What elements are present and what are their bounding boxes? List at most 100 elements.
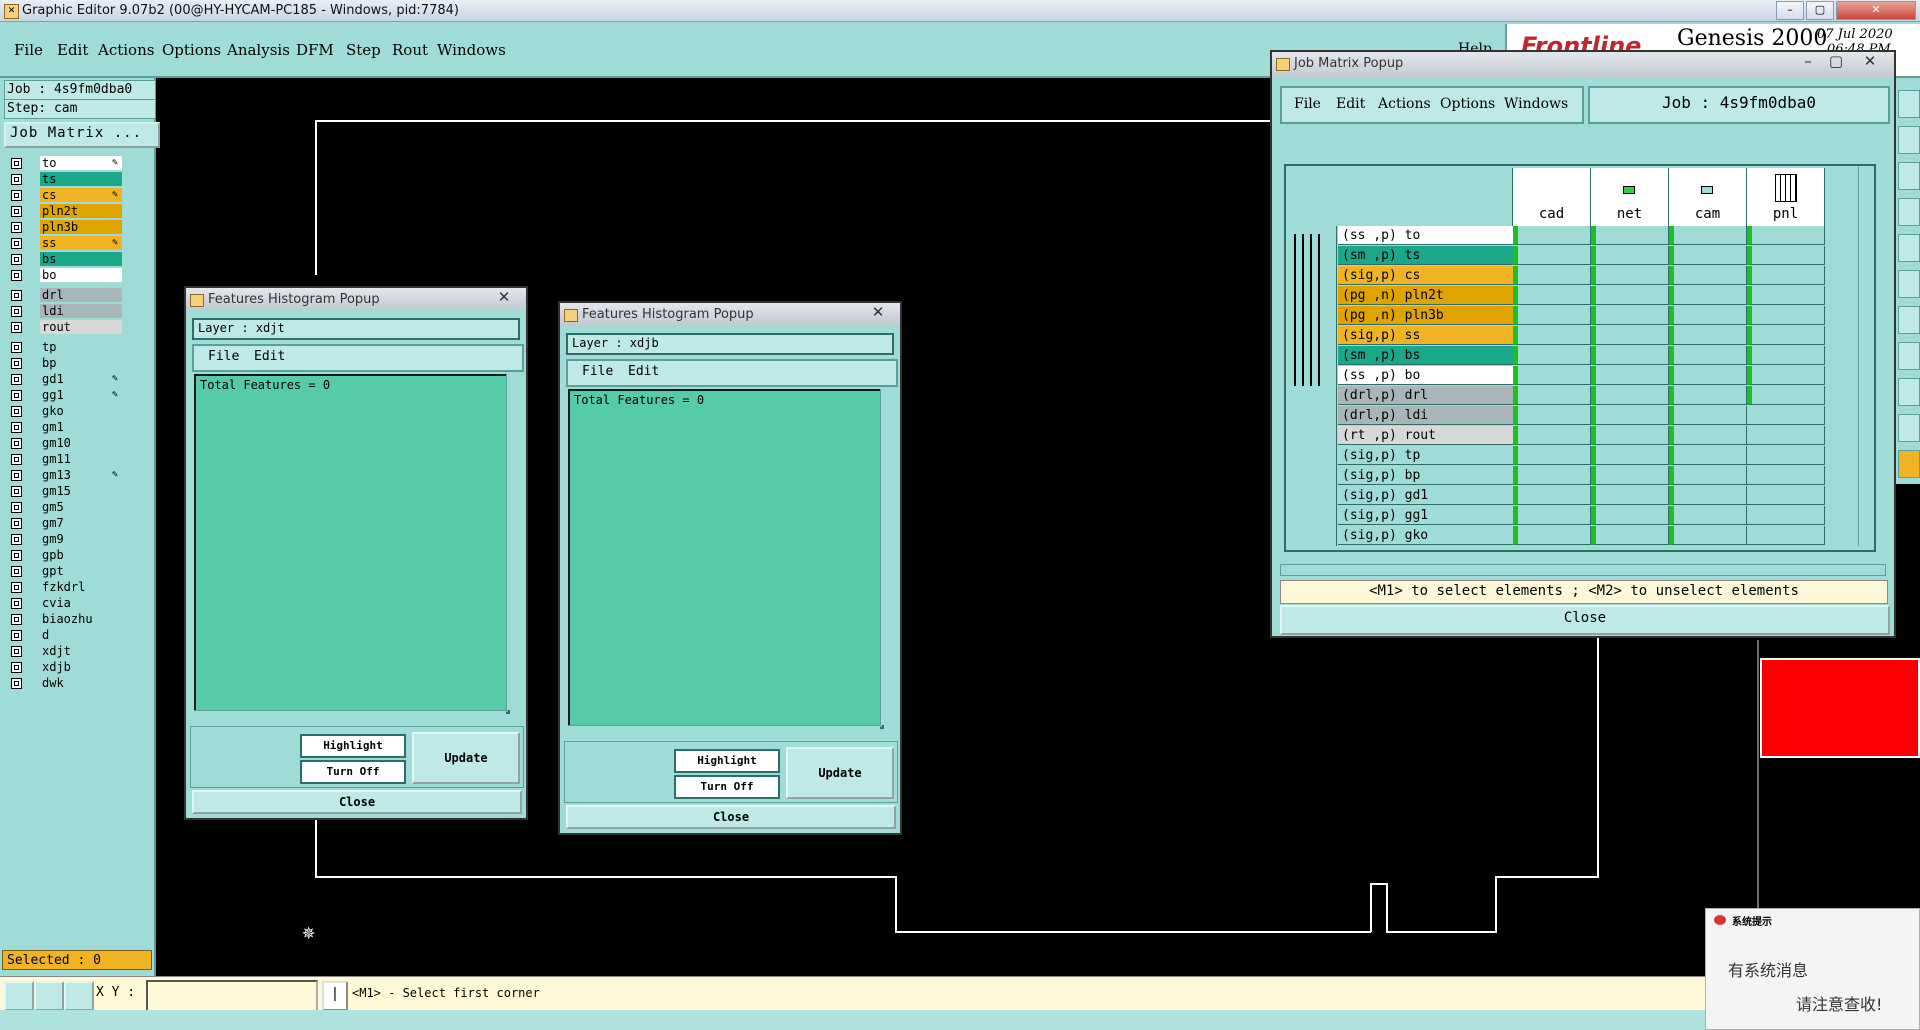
matrix-cell[interactable] — [1747, 346, 1825, 365]
vertical-scrollbar[interactable] — [1858, 166, 1872, 546]
menu-actions[interactable]: Actions — [98, 41, 154, 59]
matrix-cell[interactable] — [1591, 426, 1669, 445]
layer-checkbox[interactable] — [11, 438, 22, 449]
layer-row-d[interactable]: d — [8, 628, 123, 643]
matrix-cell[interactable] — [1591, 226, 1669, 245]
tool-5-icon[interactable] — [1898, 234, 1920, 262]
layer-row-xdjt[interactable]: xdjt — [8, 644, 123, 659]
layer-name[interactable]: gm1 — [40, 420, 122, 434]
matrix-row-label[interactable]: (ss ,p) bo — [1338, 366, 1513, 385]
layer-name[interactable]: ldi — [40, 304, 122, 318]
matrix-cell[interactable] — [1669, 326, 1747, 345]
layer-row-gm1[interactable]: gm1 — [8, 420, 123, 435]
layer-checkbox[interactable] — [11, 534, 22, 545]
layer-row-gm15[interactable]: gm15 — [8, 484, 123, 499]
layer-checkbox[interactable] — [11, 158, 22, 169]
matrix-row-label[interactable]: (sig,p) gko — [1338, 526, 1513, 545]
layer-checkbox[interactable] — [11, 270, 22, 281]
matrix-cell[interactable] — [1669, 406, 1747, 425]
layer-name[interactable]: d — [40, 628, 122, 642]
matrix-cell[interactable] — [1513, 446, 1591, 465]
layer-name[interactable]: gm5 — [40, 500, 122, 514]
layer-name[interactable]: gko — [40, 404, 122, 418]
layer-name[interactable]: to ✎ — [40, 156, 122, 170]
menu-dfm[interactable]: DFM — [296, 41, 334, 59]
close-button[interactable]: Close — [192, 790, 522, 814]
layer-row-ts[interactable]: ts — [8, 172, 123, 187]
layer-row-gm9[interactable]: gm9 — [8, 532, 123, 547]
tool-7-icon[interactable] — [1898, 306, 1920, 334]
layer-row-bo[interactable]: bo — [8, 268, 123, 283]
matrix-cell[interactable] — [1747, 406, 1825, 425]
layer-name[interactable]: pln2t — [40, 204, 122, 218]
matrix-cell[interactable] — [1747, 246, 1825, 265]
step-col-cad[interactable]: cad — [1513, 168, 1591, 226]
layer-checkbox[interactable] — [11, 614, 22, 625]
matrix-row-label[interactable]: (sig,p) gd1 — [1338, 486, 1513, 505]
matrix-cell[interactable] — [1591, 346, 1669, 365]
layer-checkbox[interactable] — [11, 598, 22, 609]
matrix-row-label[interactable]: (sm ,p) ts — [1338, 246, 1513, 265]
matrix-cell[interactable] — [1513, 506, 1591, 525]
matrix-cell[interactable] — [1669, 446, 1747, 465]
tool-8-icon[interactable] — [1898, 342, 1920, 370]
matrix-row-label[interactable]: (drl,p) drl — [1338, 386, 1513, 405]
layer-row-drl[interactable]: drl — [8, 288, 123, 303]
matrix-cell[interactable] — [1669, 266, 1747, 285]
matrix-cell[interactable] — [1591, 486, 1669, 505]
matrix-cell[interactable] — [1513, 426, 1591, 445]
layer-checkbox[interactable] — [11, 550, 22, 561]
matrix-cell[interactable] — [1747, 446, 1825, 465]
matrix-cell[interactable] — [1747, 526, 1825, 545]
layer-checkbox[interactable] — [11, 238, 22, 249]
tool-9-icon[interactable] — [1898, 378, 1920, 406]
jm-menu-edit[interactable]: Edit — [1336, 96, 1365, 112]
matrix-cell[interactable] — [1591, 366, 1669, 385]
layer-name[interactable]: bs — [40, 252, 122, 266]
vertical-scrollbar[interactable] — [506, 374, 521, 710]
tool-1-icon[interactable] — [1898, 90, 1920, 118]
matrix-cell[interactable] — [1669, 386, 1747, 405]
layer-checkbox[interactable] — [11, 662, 22, 673]
matrix-cell[interactable] — [1747, 506, 1825, 525]
layer-checkbox[interactable] — [11, 502, 22, 513]
job-matrix-grid[interactable]: cad net cam pnl (ss ,p) to (sm ,p) ts (sig… — [1284, 164, 1876, 552]
matrix-cell[interactable] — [1669, 246, 1747, 265]
matrix-cell[interactable] — [1591, 406, 1669, 425]
matrix-cell[interactable] — [1747, 326, 1825, 345]
matrix-cell[interactable] — [1591, 266, 1669, 285]
matrix-cell[interactable] — [1747, 366, 1825, 385]
matrix-cell[interactable] — [1747, 226, 1825, 245]
layer-row-cvia[interactable]: cvia — [8, 596, 123, 611]
layer-checkbox[interactable] — [11, 422, 22, 433]
tool-6-icon[interactable] — [1898, 270, 1920, 298]
matrix-cell[interactable] — [1513, 306, 1591, 325]
matrix-cell[interactable] — [1591, 506, 1669, 525]
matrix-row-label[interactable]: (rt ,p) rout — [1338, 426, 1513, 445]
layer-name[interactable]: gm15 — [40, 484, 122, 498]
layer-name[interactable]: bp — [40, 356, 122, 370]
layer-checkbox[interactable] — [11, 222, 22, 233]
matrix-cell[interactable] — [1513, 466, 1591, 485]
layer-checkbox[interactable] — [11, 358, 22, 369]
matrix-cell[interactable] — [1669, 466, 1747, 485]
maximize-icon[interactable]: ▢ — [1824, 53, 1848, 71]
layer-name[interactable]: gm9 — [40, 532, 122, 546]
matrix-cell[interactable] — [1591, 326, 1669, 345]
matrix-row-label[interactable]: (sig,p) ss — [1338, 326, 1513, 345]
layer-row-gko[interactable]: gko — [8, 404, 123, 419]
layer-checkbox[interactable] — [11, 454, 22, 465]
layer-name[interactable]: ts — [40, 172, 122, 186]
menu-file[interactable]: File — [582, 364, 613, 379]
layer-checkbox[interactable] — [11, 486, 22, 497]
menu-file[interactable]: File — [14, 41, 43, 59]
layer-row-xdjb[interactable]: xdjb — [8, 660, 123, 675]
turn-off-button[interactable]: Turn Off — [300, 760, 406, 784]
matrix-cell[interactable] — [1669, 366, 1747, 385]
layer-name[interactable]: cvia — [40, 596, 122, 610]
layer-row-ldi[interactable]: ldi — [8, 304, 123, 319]
close-icon[interactable]: ✕ — [1850, 53, 1890, 71]
tool-3-icon[interactable] — [1898, 162, 1920, 190]
matrix-cell[interactable] — [1591, 526, 1669, 545]
jm-menu-windows[interactable]: Windows — [1504, 96, 1568, 112]
